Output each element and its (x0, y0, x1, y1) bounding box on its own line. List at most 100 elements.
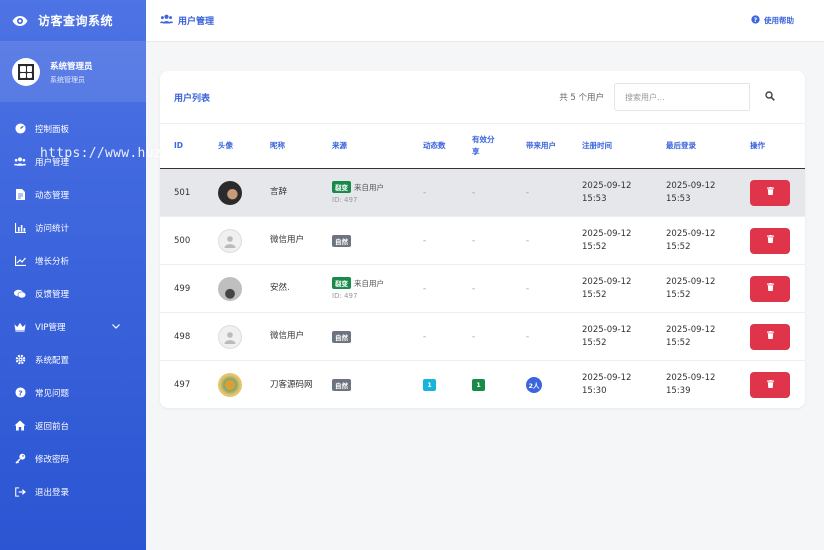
users-icon (14, 156, 26, 168)
sidebar-item-home[interactable]: 返回前台 (0, 409, 146, 442)
col-register: 注册时间 (582, 141, 612, 150)
sidebar-item-vip[interactable]: VIP管理 (0, 310, 146, 343)
search-input[interactable]: 搜索用户... (614, 83, 750, 111)
last-login-time: 2025-09-12 15:52 (666, 324, 716, 348)
user-id: 498 (174, 331, 191, 342)
trash-icon (766, 235, 774, 246)
home-icon (14, 420, 26, 432)
top-bar: 用户管理 ? 使用帮助 (146, 0, 824, 42)
user-source: 自然 (332, 330, 423, 343)
delete-button[interactable] (750, 323, 790, 350)
sidebar-item-growth[interactable]: 增长分析 (0, 244, 146, 277)
sidebar-item-faq[interactable]: ? 常见问题 (0, 376, 146, 409)
user-avatar (218, 324, 242, 349)
crown-icon (14, 321, 26, 333)
share-count: - (472, 331, 476, 342)
user-nickname: 安然. (270, 283, 290, 294)
col-dynamic: 动态数 (423, 141, 446, 150)
fission-badge: 裂变 (332, 277, 351, 289)
trash-icon (766, 331, 774, 342)
trash-icon (766, 283, 774, 294)
sidebar-item-stats[interactable]: 访问统计 (0, 211, 146, 244)
user-source: 自然 (332, 379, 423, 391)
line-chart-icon (14, 255, 26, 267)
chevron-down-icon[interactable] (112, 322, 120, 332)
sidebar-item-label: VIP管理 (35, 322, 66, 333)
user-avatar (218, 373, 242, 397)
sidebar-nav: 控制面板 用户管理 动态管理 访问统计 增长分析 反馈管理 VIP管理 系统配置… (0, 102, 146, 508)
fission-badge: 裂变 (332, 181, 351, 193)
delete-button[interactable] (750, 275, 790, 302)
col-last-login: 最后登录 (666, 141, 696, 150)
sidebar-item-feedback[interactable]: 反馈管理 (0, 277, 146, 310)
col-share: 有效分享 (472, 135, 495, 156)
card-title: 用户列表 (174, 93, 211, 104)
app-title: 访客查询系统 (38, 14, 114, 28)
col-avatar: 头像 (218, 141, 233, 150)
sidebar-item-label: 修改密码 (35, 454, 70, 465)
user-avatar (218, 228, 242, 253)
dynamic-count: - (423, 187, 427, 198)
table-header: ID 头像 昵称 来源 动态数 有效分享 带来用户 注册时间 最后登录 操作 (160, 124, 805, 169)
brand[interactable]: 访客查询系统 (0, 0, 146, 42)
user-profile[interactable]: 系统管理员 系统管理员 (0, 42, 146, 102)
sidebar-item-users[interactable]: 用户管理 (0, 145, 146, 178)
delete-button[interactable] (750, 372, 790, 398)
register-time: 2025-09-12 15:30 (582, 373, 632, 396)
bring-count: - (526, 331, 530, 342)
natural-badge: 自然 (332, 234, 351, 247)
sidebar-item-settings[interactable]: 系统配置 (0, 343, 146, 376)
sidebar: 访客查询系统 系统管理员 系统管理员 控制面板 用户管理 动态管理 访问统计 增… (0, 0, 146, 550)
dynamic-count-badge[interactable]: 1 (423, 379, 436, 391)
table-row: 497 刀客源码网 自然 1 1 2人 2025-09-12 15:30 2025… (160, 361, 805, 408)
question-icon: ? (751, 15, 760, 26)
col-actions: 操作 (750, 141, 765, 150)
page-title: 用户管理 (178, 17, 215, 27)
key-icon (14, 453, 26, 465)
sidebar-item-posts[interactable]: 动态管理 (0, 178, 146, 211)
last-login-time: 2025-09-12 15:39 (666, 373, 716, 396)
delete-button[interactable] (750, 227, 790, 254)
register-time: 2025-09-12 15:53 (582, 180, 632, 204)
share-count: - (472, 235, 476, 246)
sidebar-item-label: 动态管理 (35, 190, 70, 201)
register-time: 2025-09-12 15:52 (582, 276, 632, 300)
profile-role: 系统管理员 (50, 75, 85, 84)
user-id: 497 (174, 380, 191, 390)
trash-icon (766, 187, 774, 198)
sidebar-item-label: 访问统计 (35, 223, 70, 234)
user-id: 501 (174, 187, 191, 198)
sidebar-item-dashboard[interactable]: 控制面板 (0, 112, 146, 145)
source-id: ID: 497 (332, 292, 358, 300)
col-id[interactable]: ID (160, 140, 218, 152)
breadcrumb: 用户管理 (160, 14, 214, 27)
table-row: 498 微信用户 自然 - - - 2025-09-12 15:52 2025-0… (160, 313, 805, 361)
col-nickname: 昵称 (270, 141, 285, 150)
user-count: 共 5 个用户 (559, 93, 604, 103)
bring-count: - (526, 283, 530, 294)
sidebar-item-label: 常见问题 (35, 388, 70, 399)
bring-count-badge[interactable]: 2人 (526, 377, 542, 393)
share-count-badge[interactable]: 1 (472, 379, 485, 391)
source-id: ID: 497 (332, 196, 358, 204)
sidebar-item-logout[interactable]: 退出登录 (0, 475, 146, 508)
last-login-time: 2025-09-12 15:52 (666, 228, 716, 252)
last-login-time: 2025-09-12 15:53 (666, 180, 716, 204)
dynamic-count: - (423, 283, 427, 294)
search-button[interactable] (750, 83, 790, 111)
card-header: 用户列表 共 5 个用户 搜索用户... (160, 71, 805, 124)
last-login-time: 2025-09-12 15:52 (666, 276, 716, 300)
table-row: 501 言辞 裂变 来自用户 ID: 497 - - - 2025-09-12 15… (160, 169, 805, 217)
sidebar-item-password[interactable]: 修改密码 (0, 442, 146, 475)
help-link[interactable]: ? 使用帮助 (751, 15, 794, 26)
sidebar-item-label: 增长分析 (35, 256, 70, 267)
search-icon (765, 90, 775, 104)
user-avatar (218, 180, 242, 205)
table-row: 499 安然. 裂变 来自用户 ID: 497 - - - 2025-09-12 1… (160, 265, 805, 313)
eye-icon (12, 13, 28, 29)
gear-icon (14, 354, 26, 366)
delete-button[interactable] (750, 179, 790, 206)
user-nickname: 微信用户 (270, 235, 305, 246)
natural-badge: 自然 (332, 330, 351, 343)
share-count: - (472, 187, 476, 198)
